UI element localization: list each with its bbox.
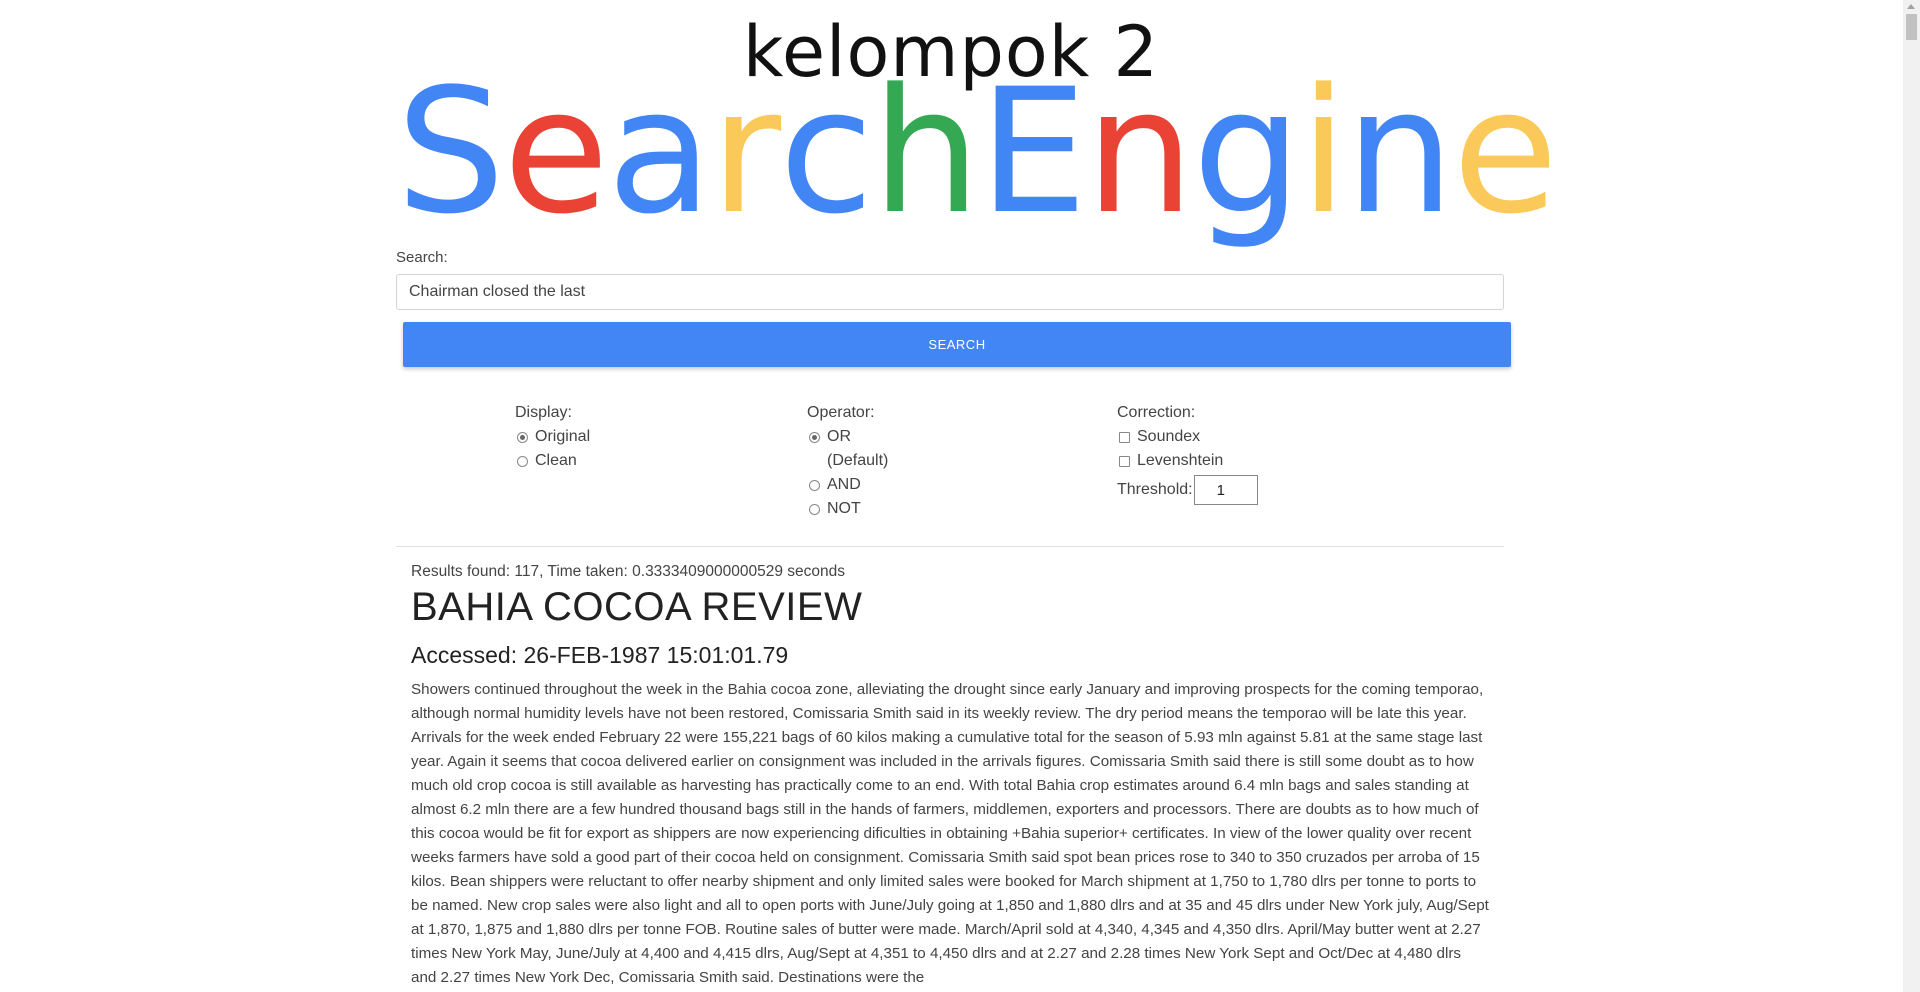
logo-letter: S <box>396 51 505 252</box>
search-button[interactable]: SEARCH <box>403 322 1511 367</box>
operator-option-label: AND <box>827 476 861 493</box>
display-option-clean[interactable]: Clean <box>515 449 590 473</box>
divider <box>396 546 1504 547</box>
logo-letter: a <box>607 51 712 252</box>
operator-option-or[interactable]: OR (Default) <box>807 425 888 473</box>
correction-title: Correction: <box>1117 404 1196 421</box>
logo-letter: g <box>1192 51 1301 252</box>
logo-letter: e <box>1452 51 1558 252</box>
scroll-up-arrow-icon[interactable] <box>1907 4 1915 9</box>
display-option-label: Clean <box>535 452 577 469</box>
results-info: Results found: 117, Time taken: 0.333340… <box>411 563 846 580</box>
radio-not[interactable] <box>808 503 820 515</box>
correction-options: Correction: Soundex Levenshtein Threshol… <box>1117 401 1258 507</box>
vertical-scrollbar[interactable] <box>1903 0 1920 992</box>
correction-option-levenshtein[interactable]: Levenshtein <box>1117 449 1258 473</box>
logo-letter: h <box>871 51 981 252</box>
result-body-text: Showers continued throughout the week in… <box>411 681 1489 986</box>
logo-letter: n <box>1085 51 1194 252</box>
logo-letter: i <box>1299 51 1348 252</box>
result-accessed-date: Accessed: 26-FEB-1987 15:01:01.79 <box>411 642 789 668</box>
logo-letter: n <box>1345 51 1454 252</box>
logo-letter: E <box>978 51 1088 252</box>
operator-option-label: OR (Default) <box>827 425 888 473</box>
logo-letter: r <box>710 51 781 252</box>
display-option-original[interactable]: Original <box>515 425 590 449</box>
search-input[interactable] <box>396 274 1504 310</box>
logo-letter: c <box>779 51 874 252</box>
result-title[interactable]: BAHIA COCOA REVIEW <box>411 585 862 630</box>
checkbox-levenshtein[interactable] <box>1118 455 1130 467</box>
threshold-label: Threshold: <box>1117 481 1193 498</box>
display-options: Display: Original Clean <box>515 401 590 473</box>
scrollbar-thumb[interactable] <box>1906 14 1917 40</box>
operator-or-label: OR <box>827 428 851 445</box>
search-label: Search: <box>396 249 448 266</box>
correction-option-label: Soundex <box>1137 428 1201 445</box>
threshold-row: Threshold: <box>1117 473 1258 507</box>
correction-option-soundex[interactable]: Soundex <box>1117 425 1258 449</box>
checkbox-soundex[interactable] <box>1118 431 1130 443</box>
display-option-label: Original <box>535 428 591 445</box>
radio-clean[interactable] <box>516 455 528 467</box>
threshold-input[interactable] <box>1193 475 1258 505</box>
operator-title: Operator: <box>807 404 875 421</box>
radio-or[interactable] <box>808 431 820 443</box>
operator-option-not[interactable]: NOT <box>807 497 888 521</box>
operator-option-and[interactable]: AND <box>807 473 888 497</box>
logo-letter: e <box>503 51 609 252</box>
radio-and[interactable] <box>808 479 820 491</box>
operator-or-default-label: (Default) <box>827 452 889 469</box>
operator-option-label: NOT <box>827 500 861 517</box>
radio-original[interactable] <box>516 431 528 443</box>
correction-option-label: Levenshtein <box>1137 452 1224 469</box>
page: kelompok 2 SearchEngine Search: SEARCH D… <box>0 0 1920 992</box>
search-engine-logo: SearchEngine <box>396 51 1558 252</box>
display-title: Display: <box>515 404 572 421</box>
operator-options: Operator: OR (Default) AND NOT <box>807 401 888 521</box>
